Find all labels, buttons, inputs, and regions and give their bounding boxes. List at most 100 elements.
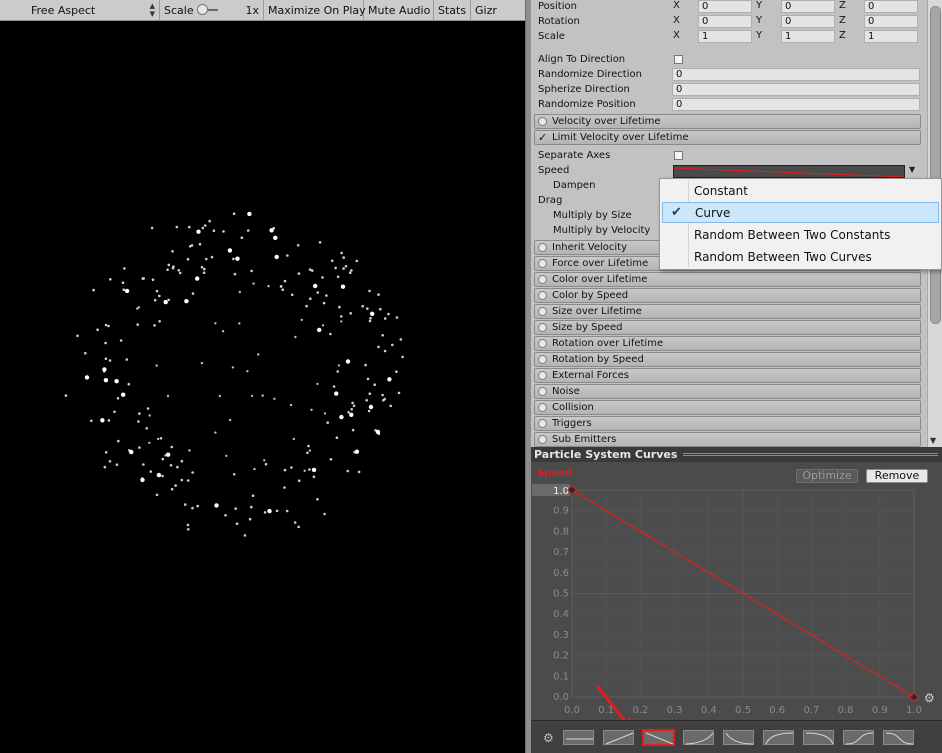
y-value-field[interactable]: 0 [781,0,835,13]
menu-item-random-two-curves[interactable]: Random Between Two Curves [662,246,939,267]
x-tick-label: 0.7 [803,705,819,716]
curve-preset-button[interactable] [723,730,754,745]
particle [381,393,384,397]
stats-toggle[interactable]: Stats [434,0,471,21]
particle [164,454,167,457]
scroll-down-arrow-icon[interactable]: ▼ [930,436,936,445]
curve-preset-button[interactable] [683,730,714,745]
module-header[interactable]: Size by Speed [534,320,921,335]
menu-item-constant[interactable]: Constant [662,180,939,201]
curve-preset-button[interactable] [803,730,834,745]
scale-control[interactable]: Scale 1x [160,0,264,21]
particle [285,509,289,513]
spherize-direction-field[interactable]: 0 [672,83,920,96]
curve-preset-button[interactable] [883,730,914,745]
module-toggle[interactable] [538,435,547,444]
speed-curve-preview[interactable] [673,165,905,178]
randomize-direction-field[interactable]: 0 [672,68,920,81]
z-value-field[interactable]: 0 [864,0,918,13]
gear-icon[interactable]: ⚙ [924,691,935,705]
slider-knob[interactable] [196,4,208,15]
module-header[interactable]: Triggers [534,416,921,431]
y-value-field[interactable]: 1 [781,30,835,43]
z-axis-label[interactable]: Z [839,0,846,11]
module-toggle[interactable] [538,387,547,396]
x-axis-label[interactable]: X [673,15,680,26]
separate-axes-checkbox[interactable] [674,151,683,160]
max-value-label[interactable]: 1.0 [553,486,569,497]
curve-preset-button[interactable] [843,730,874,745]
z-value-field[interactable]: 0 [864,15,918,28]
module-toggle[interactable] [538,307,547,316]
aspect-dropdown[interactable]: Free Aspect ▲ ▼ [0,0,160,21]
dropdown-arrow-icon[interactable]: ▼ [909,165,915,174]
randomize-position-field[interactable]: 0 [672,98,920,111]
maximize-on-play-toggle[interactable]: Maximize On Play [264,0,366,21]
y-axis-label[interactable]: Y [756,15,762,26]
align-direction-checkbox[interactable] [674,55,683,64]
z-axis-label[interactable]: Z [839,30,846,41]
particle [156,437,160,441]
particle [208,219,211,223]
curve-preset-button[interactable] [642,729,675,746]
optimize-button[interactable]: Optimize [796,469,858,483]
scale-slider[interactable] [196,4,219,15]
module-header[interactable]: Color over Lifetime [534,272,921,287]
module-toggle[interactable] [538,403,547,412]
module-toggle[interactable] [538,243,547,252]
y-tick-label: 0.9 [553,506,569,517]
particle [121,392,126,397]
particle [198,242,202,246]
module-toggle[interactable] [538,117,547,126]
module-header[interactable]: Rotation over Lifetime [534,336,921,351]
particle [316,382,319,386]
mute-audio-toggle[interactable]: Mute Audio [364,0,434,21]
module-toggle[interactable] [538,275,547,284]
module-header[interactable]: Size over Lifetime [534,304,921,319]
module-toggle[interactable] [538,339,547,348]
module-header[interactable]: Color by Speed [534,288,921,303]
x-axis-label[interactable]: X [673,30,680,41]
module-header[interactable]: Noise [534,384,921,399]
particle [263,511,267,514]
module-toggle[interactable] [538,323,547,332]
module-toggle[interactable] [538,355,547,364]
module-toggle[interactable] [538,259,547,268]
curve-editor[interactable]: 0.9 0.8 0.7 0.6 0.5 0.4 0.3 0.2 0.1 0.0 1.0 0.0 0.1 0… [531,462,942,720]
module-header[interactable]: Collision [534,400,921,415]
z-axis-label[interactable]: Z [839,15,846,26]
module-velocity-over-lifetime[interactable]: Velocity over Lifetime [534,114,921,129]
module-toggle[interactable] [538,419,547,428]
align-direction-row: Align To Direction [531,52,921,67]
x-value-field[interactable]: 1 [698,30,752,43]
particle [347,411,350,414]
curve-preset-button[interactable] [603,730,634,745]
module-header[interactable]: External Forces [534,368,921,383]
module-toggle[interactable] [538,371,547,380]
checkmark-icon[interactable]: ✓ [538,132,547,143]
remove-button[interactable]: Remove [866,469,928,483]
gear-icon[interactable]: ⚙ [543,731,554,745]
y-value-field[interactable]: 0 [781,15,835,28]
menu-item-curve[interactable]: ✔ Curve [662,202,939,223]
x-value-field[interactable]: 0 [698,15,752,28]
z-value-field[interactable]: 1 [864,30,918,43]
module-toggle[interactable] [538,291,547,300]
x-axis-label[interactable]: X [673,0,680,11]
curve-graph[interactable]: 0.90.80.70.60.50.40.30.20.10.01.00.0 0.1 0… [531,462,942,720]
module-header[interactable]: Rotation by Speed [534,352,921,367]
curve-preset-button[interactable] [563,730,594,745]
particle [166,268,169,272]
y-axis-label[interactable]: Y [756,30,762,41]
curve-preset-button[interactable] [763,730,794,745]
particle [176,465,179,469]
particle [383,317,387,320]
particle [205,257,208,261]
scrollbar-thumb[interactable] [930,6,941,324]
y-axis-label[interactable]: Y [756,0,762,11]
menu-item-random-two-constants[interactable]: Random Between Two Constants [662,224,939,245]
x-value-field[interactable]: 0 [698,0,752,13]
module-header[interactable]: Sub Emitters [534,432,921,447]
module-limit-velocity[interactable]: ✓ Limit Velocity over Lifetime [534,130,921,145]
gizmos-dropdown[interactable]: Gizr [471,0,511,21]
